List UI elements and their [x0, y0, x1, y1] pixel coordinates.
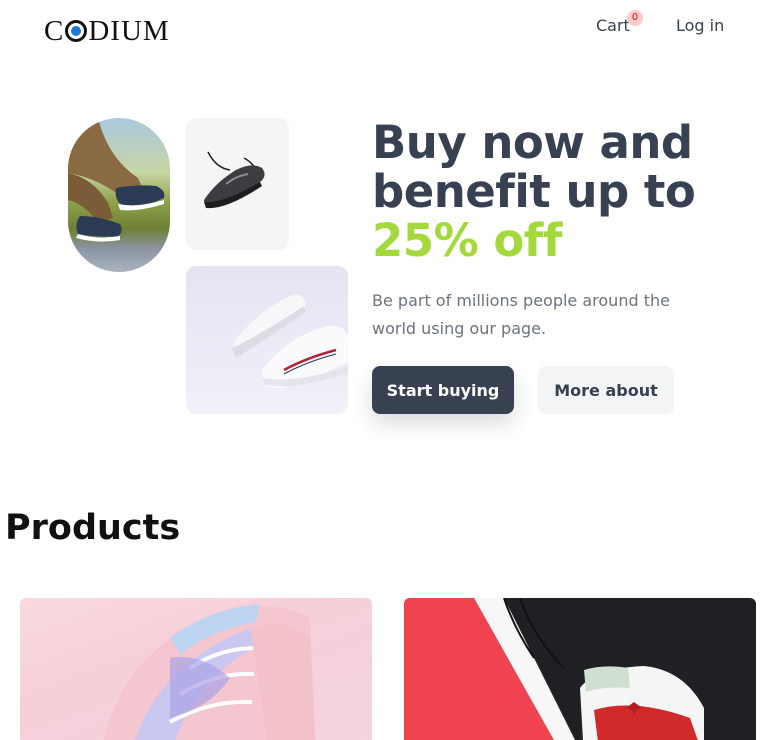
white-sneakers-image: [186, 266, 348, 414]
headline-line-2: benefit up to: [372, 165, 696, 218]
walking-sneakers-image: [68, 118, 170, 272]
cart-count-badge: 0: [627, 10, 643, 26]
headline-line-1: Buy now and: [372, 116, 693, 169]
black-sneaker-image: [186, 118, 289, 250]
headline-discount: 25% off: [372, 214, 562, 267]
red-sneaker-image: [404, 598, 704, 740]
codium-logo[interactable]: C DIUM: [44, 14, 170, 48]
hero-subtitle: Be part of millions people around the wo…: [372, 291, 670, 338]
products-heading: Products: [5, 508, 181, 548]
logo-wave-icon: [65, 20, 88, 42]
pastel-sneaker-image: [103, 604, 316, 740]
more-about-button[interactable]: More about: [538, 366, 674, 414]
cart-link[interactable]: Cart: [596, 16, 630, 35]
logo-letters-dium: DIUM: [88, 14, 170, 47]
start-buying-button[interactable]: Start buying: [372, 366, 514, 414]
product-card-red-sneaker[interactable]: [404, 598, 756, 740]
login-link[interactable]: Log in: [676, 16, 724, 35]
product-card-pastel-sneaker[interactable]: [20, 598, 372, 740]
hero-headline: Buy now and benefit up to 25% off: [372, 118, 732, 265]
logo-letter-c: C: [44, 14, 65, 47]
